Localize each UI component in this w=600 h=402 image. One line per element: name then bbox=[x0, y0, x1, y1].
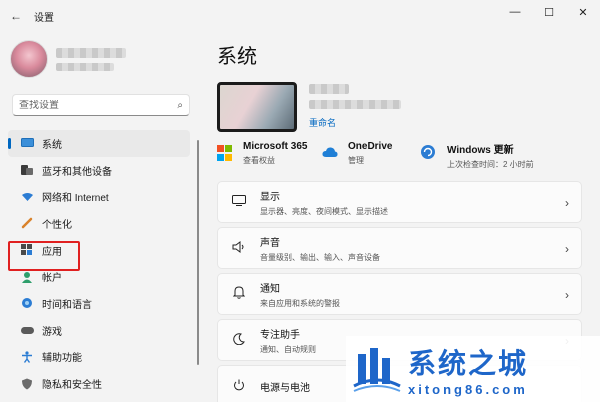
sidebar-item-system[interactable]: 系统 bbox=[8, 130, 190, 157]
power-icon bbox=[230, 379, 248, 394]
card-title: 通知 bbox=[260, 283, 280, 295]
sidebar-item-privacy[interactable]: 隐私和安全性 bbox=[8, 370, 190, 397]
minimize-button[interactable]: — bbox=[498, 0, 532, 24]
chevron-right-icon: › bbox=[565, 242, 569, 256]
accessibility-icon bbox=[20, 350, 34, 364]
card-subtitle: 来自应用和系统的警报 bbox=[260, 298, 340, 308]
device-wallpaper-thumbnail bbox=[217, 82, 297, 132]
sidebar-item-accessibility[interactable]: 辅助功能 bbox=[8, 344, 190, 371]
back-button[interactable]: ← bbox=[0, 0, 32, 32]
brush-icon bbox=[20, 216, 34, 230]
search-box[interactable]: ⌕ bbox=[12, 94, 190, 116]
user-profile[interactable] bbox=[10, 40, 126, 78]
sidebar-item-label: 隐私和安全性 bbox=[42, 380, 102, 392]
search-input[interactable] bbox=[19, 99, 178, 111]
tile-subtitle: 管理 bbox=[348, 156, 364, 165]
device-name-blurred bbox=[309, 84, 349, 94]
title-bar: ← 设置 — ☐ ✕ bbox=[0, 0, 600, 32]
card-title: 显示 bbox=[260, 191, 280, 203]
card-subtitle: 通知、自动规则 bbox=[260, 344, 316, 354]
watermark-logo-icon bbox=[353, 348, 401, 392]
maximize-button[interactable]: ☐ bbox=[532, 0, 566, 24]
card-sound[interactable]: 声音 音量级别、输出、输入、声音设备 › bbox=[217, 227, 582, 269]
rename-link[interactable]: 重命名 bbox=[309, 116, 336, 129]
cloud-icon bbox=[322, 145, 338, 161]
tile-title: OneDrive bbox=[348, 141, 393, 152]
sidebar-item-label: 蓝牙和其他设备 bbox=[42, 166, 112, 178]
wifi-icon bbox=[20, 190, 34, 204]
card-title: 声音 bbox=[260, 237, 280, 249]
user-name-blurred bbox=[56, 47, 126, 58]
card-title: 专注助手 bbox=[260, 329, 300, 341]
gamepad-icon bbox=[20, 323, 34, 337]
sidebar: ⌕ 系统 蓝牙和其他设备 网络和 Internet 个性化 bbox=[0, 32, 200, 402]
tile-microsoft-365[interactable]: Microsoft 365 查看权益 bbox=[217, 141, 307, 166]
sidebar-item-bluetooth[interactable]: 蓝牙和其他设备 bbox=[8, 157, 190, 184]
chevron-right-icon: › bbox=[565, 196, 569, 210]
tile-subtitle: 上次检查时间：2 小时前 bbox=[447, 160, 534, 169]
app-title: 设置 bbox=[34, 12, 54, 24]
sidebar-item-label: 帐户 bbox=[42, 273, 62, 285]
highlight-box bbox=[8, 241, 80, 271]
sidebar-item-label: 个性化 bbox=[42, 219, 72, 231]
sidebar-item-gaming[interactable]: 游戏 bbox=[8, 317, 190, 344]
monitor-icon bbox=[20, 136, 34, 150]
sidebar-item-label: 网络和 Internet bbox=[42, 193, 109, 205]
sidebar-item-label: 时间和语言 bbox=[42, 299, 92, 311]
tile-onedrive[interactable]: OneDrive 管理 bbox=[322, 141, 392, 166]
card-subtitle: 显示器、亮度、夜间模式、显示描述 bbox=[260, 206, 388, 216]
globe-icon bbox=[20, 296, 34, 310]
tile-windows-update[interactable]: Windows 更新 上次检查时间：2 小时前 bbox=[421, 141, 534, 170]
shield-icon bbox=[20, 377, 34, 391]
sidebar-item-label: 游戏 bbox=[42, 326, 62, 338]
sidebar-item-personalization[interactable]: 个性化 bbox=[8, 210, 190, 237]
card-display[interactable]: 显示 显示器、亮度、夜间模式、显示描述 › bbox=[217, 181, 582, 223]
sidebar-item-network[interactable]: 网络和 Internet bbox=[8, 183, 190, 210]
avatar[interactable] bbox=[10, 40, 48, 78]
microsoft-logo-icon bbox=[217, 145, 233, 161]
bluetooth-icon bbox=[20, 163, 34, 177]
speaker-icon bbox=[230, 240, 248, 256]
moon-icon bbox=[230, 332, 248, 348]
watermark-url: xitong86.com bbox=[408, 381, 528, 397]
watermark: 系统之城 xitong86.com bbox=[346, 336, 600, 402]
tile-subtitle: 查看权益 bbox=[243, 156, 275, 165]
display-icon bbox=[230, 195, 248, 209]
card-title: 电源与电池 bbox=[260, 382, 310, 394]
sidebar-scrollbar[interactable] bbox=[197, 140, 199, 365]
sidebar-item-time-language[interactable]: 时间和语言 bbox=[8, 290, 190, 317]
bell-icon bbox=[230, 286, 248, 302]
sidebar-item-label: 辅助功能 bbox=[42, 353, 82, 365]
search-icon[interactable]: ⌕ bbox=[177, 100, 183, 111]
page-title: 系统 bbox=[217, 46, 257, 68]
chevron-right-icon: › bbox=[565, 288, 569, 302]
card-notifications[interactable]: 通知 来自应用和系统的警报 › bbox=[217, 273, 582, 315]
person-icon bbox=[20, 270, 34, 284]
refresh-icon bbox=[421, 145, 437, 161]
device-model-blurred bbox=[309, 100, 401, 109]
close-button[interactable]: ✕ bbox=[566, 0, 600, 24]
tile-title: Windows 更新 bbox=[447, 145, 514, 156]
user-email-blurred bbox=[56, 62, 114, 71]
tile-title: Microsoft 365 bbox=[243, 141, 308, 152]
card-subtitle: 音量级别、输出、输入、声音设备 bbox=[260, 252, 380, 262]
quick-tiles: Microsoft 365 查看权益 OneDrive 管理 Windows 更… bbox=[217, 141, 587, 171]
watermark-title: 系统之城 bbox=[408, 346, 529, 380]
sidebar-item-label: 系统 bbox=[42, 139, 62, 151]
